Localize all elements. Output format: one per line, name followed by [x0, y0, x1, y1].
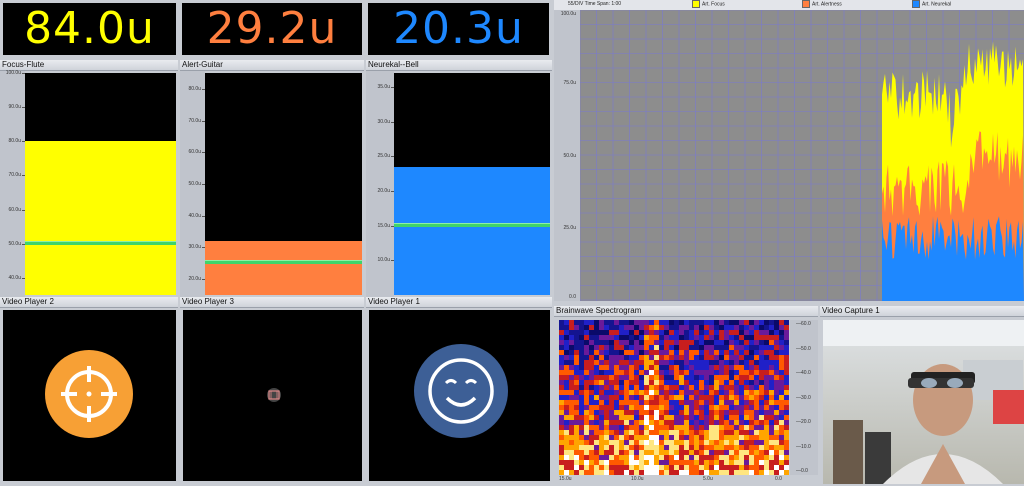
meter-tick-label: 35.0u [377, 83, 390, 90]
video-player-title: Video Player 3 [180, 297, 364, 308]
meter-fill [394, 166, 550, 295]
graph-tick-label: 25.0u [563, 225, 576, 232]
meter-tick-label: 50.0u [188, 181, 201, 187]
meter-title: Focus-Flute [0, 60, 178, 71]
meter-tick-label: 60.0u [188, 149, 201, 156]
video-player-1: Video Player 1 [366, 297, 552, 484]
video-surface[interactable] [3, 310, 176, 481]
meter-tick-label: 50.0u [8, 240, 21, 247]
meter-tick-label: 20.0u [188, 276, 201, 283]
meter-tick-label: 10.0u [377, 257, 390, 264]
spectrogram-tick-label: —60.0 [796, 321, 811, 327]
meter-tick-label: 70.0u [188, 117, 201, 124]
meter-tick-label: 40.0u [188, 212, 201, 219]
meter-scale: 35.0u 30.0u 25.0u 20.0u 15.0u 10.0u [366, 71, 394, 297]
focus-readout: 84.0u [3, 3, 176, 55]
video-capture-panel: Video Capture 1 [820, 306, 1024, 484]
meter-fill [25, 141, 176, 295]
meter-tick-label: 15.0u [377, 222, 390, 229]
spectrogram-tick-label: —10.0 [796, 443, 811, 450]
spectrogram-panel: Brainwave Spectrogram —60.0 —50.0 —40.0 —30… [554, 306, 818, 484]
meter-bar-focus [25, 73, 176, 295]
graph-tick-label: 100.0u [560, 11, 576, 17]
spectrogram-x-tick: 10.0u [631, 476, 644, 482]
video-player-2: Video Player 2 [0, 297, 178, 484]
video-player-3: Video Player 3 [180, 297, 364, 484]
meter-tick-label: 90.0u [8, 104, 21, 111]
smiley-icon[interactable] [369, 310, 550, 481]
graph-tick-label: 0.0 [569, 294, 576, 300]
webcam-frame[interactable] [823, 320, 1024, 484]
spectrogram-x-axis: 15.0u 10.0u 5.0u 0.0 [559, 475, 789, 484]
meter-bar-neurekal [394, 73, 550, 295]
meter-fill [205, 241, 362, 295]
legend-neurekal: Art. Neurekal [912, 0, 951, 8]
time-series-graph[interactable] [580, 10, 1024, 301]
threshold-marker[interactable] [394, 222, 550, 227]
crosshair-icon[interactable] [3, 310, 176, 481]
meter-tick-label: 25.0u [377, 153, 390, 160]
spectrogram-x-tick: 15.0u [559, 476, 572, 482]
spectrogram-tick-label: —0.0 [796, 468, 808, 474]
video-capture-title: Video Capture 1 [820, 306, 1024, 317]
time-series-panel: 55/DIV Time Span: 1:00 Art. Focus Art. A… [554, 0, 1024, 303]
meter-panel-alertness: Alert-Guitar 80.0u 70.0u 60.0u 50.0u 40.0u 30… [180, 60, 364, 297]
meter-scale: 100.0u 90.0u 80.0u 70.0u 60.0u 50.0u 40.0u [0, 70, 25, 297]
video-surface[interactable] [369, 310, 550, 481]
spectrogram-tick-label: —50.0 [796, 345, 811, 352]
meter-title: Alert-Guitar [180, 60, 364, 71]
graph-scale-label: 55/DIV Time Span: 1:00 [568, 1, 622, 7]
meter-panel-neurekal: Neurekal--Bell 35.0u 30.0u 25.0u 20.0u 15.0u… [366, 60, 552, 297]
meter-tick-label: 100.0u [5, 70, 21, 76]
meter-bar-alertness [205, 73, 362, 295]
legend-focus: Art. Focus [692, 0, 725, 8]
meter-scale: 80.0u 70.0u 60.0u 50.0u 40.0u 30.0u 20.0u [180, 71, 205, 297]
spectrogram-tick-label: —40.0 [796, 370, 811, 376]
film-icon[interactable] [183, 310, 362, 481]
meter-tick-label: 60.0u [8, 206, 21, 213]
graph-header: 55/DIV Time Span: 1:00 Art. Focus Art. A… [554, 0, 1024, 10]
meter-tick-label: 80.0u [188, 85, 201, 92]
graph-y-axis: 100.0u 75.0u 50.0u 25.0u 0.0 [554, 10, 580, 301]
meter-tick-label: 30.0u [188, 244, 201, 251]
video-player-title: Video Player 2 [0, 297, 178, 308]
threshold-marker[interactable] [205, 260, 362, 265]
spectrogram-x-tick: 5.0u [703, 476, 713, 482]
meter-tick-label: 40.0u [8, 274, 21, 281]
meter-tick-label: 20.0u [377, 187, 390, 194]
spectrogram-heatmap[interactable] [559, 320, 789, 475]
spectrogram-y-axis: —60.0 —50.0 —40.0 —30.0 —20.0 —10.0 —0.0 [790, 320, 818, 475]
graph-tick-label: 50.0u [563, 152, 576, 159]
spectrogram-tick-label: —20.0 [796, 419, 811, 425]
threshold-marker[interactable] [25, 240, 176, 245]
meter-title: Neurekal--Bell [366, 60, 552, 71]
meter-tick-label: 70.0u [8, 172, 21, 179]
video-surface[interactable] [183, 310, 362, 481]
meter-tick-label: 80.0u [8, 138, 21, 145]
neurekal-readout: 20.3u [368, 3, 549, 55]
graph-tick-label: 75.0u [563, 79, 576, 86]
legend-alertness: Art. Alertness [802, 0, 842, 8]
video-player-title: Video Player 1 [366, 297, 552, 308]
spectrogram-x-tick: 0.0 [775, 476, 782, 482]
spectrogram-title: Brainwave Spectrogram [554, 306, 818, 317]
meter-panel-focus: Focus-Flute 100.0u 90.0u 80.0u 70.0u 60.0u 50… [0, 60, 178, 297]
alertness-readout: 29.2u [182, 3, 362, 55]
spectrogram-tick-label: —30.0 [796, 394, 811, 401]
meter-tick-label: 30.0u [377, 118, 390, 125]
